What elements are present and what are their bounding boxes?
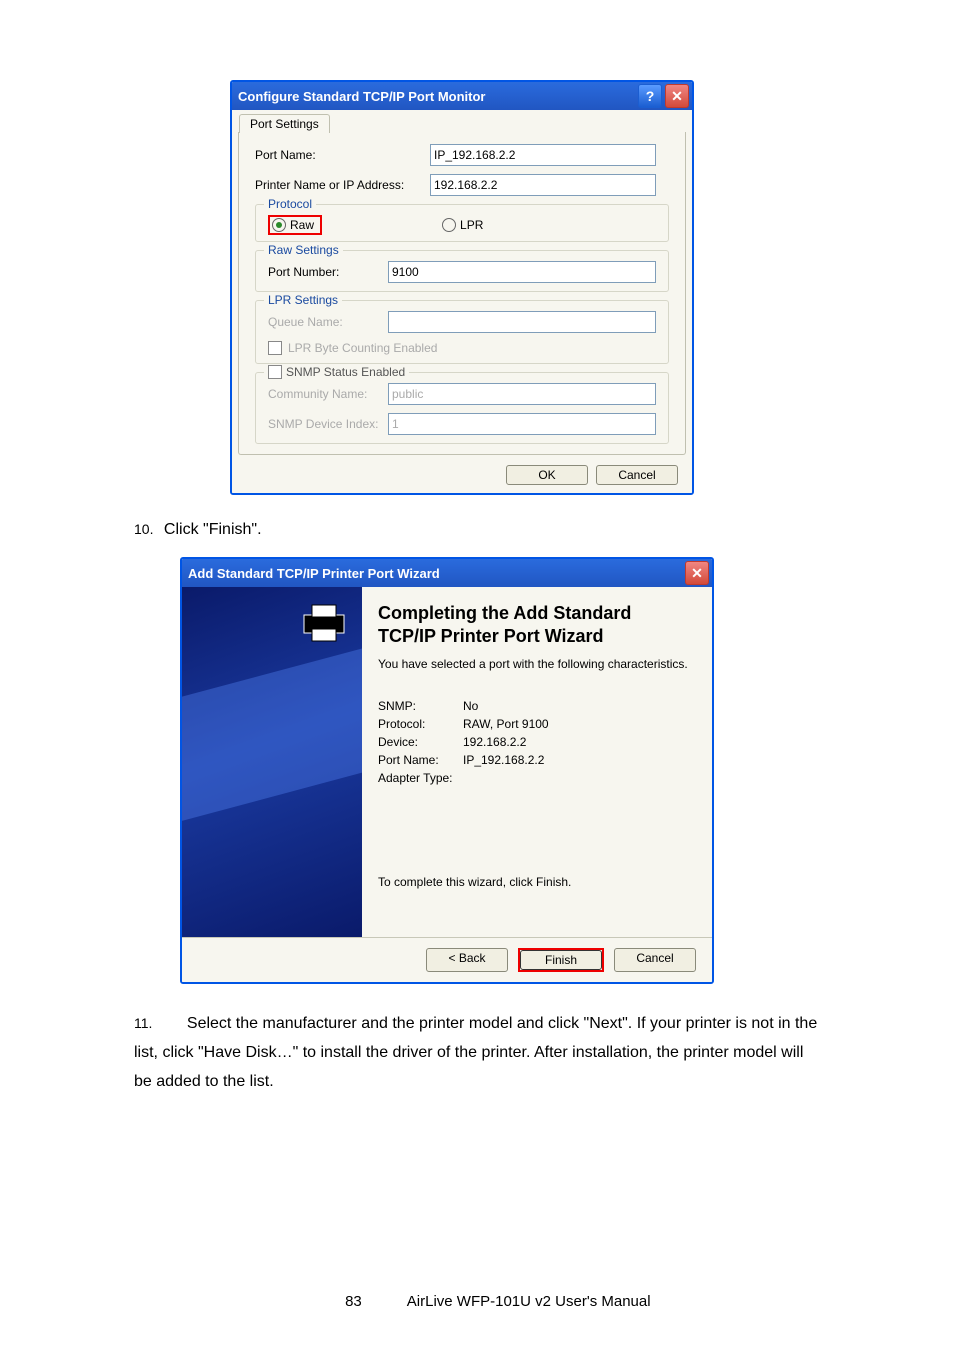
- printer-address-input[interactable]: [430, 174, 656, 196]
- finish-highlight: Finish: [518, 948, 604, 972]
- info-snmp-label: SNMP:: [378, 699, 463, 713]
- ok-button[interactable]: OK: [506, 465, 588, 485]
- community-label: Community Name:: [268, 387, 388, 401]
- raw-settings-legend: Raw Settings: [264, 243, 343, 257]
- wizard-heading-2: TCP/IP Printer Port Wizard: [378, 626, 696, 647]
- lpr-settings-group: LPR Settings Queue Name: LPR Byte Counti…: [255, 300, 669, 364]
- protocol-group: Protocol Raw LPR: [255, 204, 669, 242]
- wizard-heading-1: Completing the Add Standard: [378, 603, 696, 624]
- wizard-dialog: Add Standard TCP/IP Printer Port Wizard …: [180, 557, 714, 984]
- titlebar: Configure Standard TCP/IP Port Monitor ?…: [232, 82, 692, 110]
- snmp-checkbox[interactable]: [268, 365, 282, 379]
- finish-button[interactable]: Finish: [520, 950, 602, 970]
- back-button[interactable]: < Back: [426, 948, 508, 972]
- info-portname-value: IP_192.168.2.2: [463, 753, 544, 767]
- port-number-label: Port Number:: [268, 265, 388, 279]
- step-10: 10. Click "Finish".: [134, 521, 824, 539]
- wizard-title: Add Standard TCP/IP Printer Port Wizard: [188, 566, 685, 581]
- tab-port-settings[interactable]: Port Settings: [239, 114, 330, 133]
- configure-port-dialog: Configure Standard TCP/IP Port Monitor ?…: [230, 80, 694, 495]
- info-portname-label: Port Name:: [378, 753, 463, 767]
- info-device-label: Device:: [378, 735, 463, 749]
- wizard-subtext: You have selected a port with the follow…: [378, 657, 696, 671]
- lpr-byte-label: LPR Byte Counting Enabled: [288, 341, 437, 355]
- community-input: [388, 383, 656, 405]
- snmp-index-input: [388, 413, 656, 435]
- info-snmp-value: No: [463, 699, 478, 713]
- info-device-value: 192.168.2.2: [463, 735, 526, 749]
- manual-title: AirLive WFP-101U v2 User's Manual: [407, 1293, 651, 1310]
- wizard-titlebar: Add Standard TCP/IP Printer Port Wizard …: [182, 559, 712, 587]
- printer-address-label: Printer Name or IP Address:: [255, 178, 430, 192]
- info-protocol-value: RAW, Port 9100: [463, 717, 549, 731]
- printer-icon: [300, 601, 348, 643]
- close-button[interactable]: ✕: [665, 84, 689, 108]
- wizard-sidebar-graphic: [182, 587, 362, 937]
- snmp-index-label: SNMP Device Index:: [268, 417, 388, 431]
- wizard-complete-text: To complete this wizard, click Finish.: [378, 875, 696, 889]
- lpr-byte-checkbox: [268, 341, 282, 355]
- protocol-legend: Protocol: [264, 197, 316, 211]
- queue-name-label: Queue Name:: [268, 315, 388, 329]
- lpr-settings-legend: LPR Settings: [264, 293, 342, 307]
- raw-radio[interactable]: [272, 218, 286, 232]
- raw-radio-highlight: Raw: [268, 215, 322, 235]
- dialog-title: Configure Standard TCP/IP Port Monitor: [238, 89, 638, 104]
- port-name-label: Port Name:: [255, 148, 430, 162]
- wizard-close-button[interactable]: ✕: [685, 561, 709, 585]
- queue-name-input: [388, 311, 656, 333]
- snmp-group: SNMP Status Enabled Community Name: SNMP…: [255, 372, 669, 444]
- help-button[interactable]: ?: [638, 84, 662, 108]
- step-11: 11. Select the manufacturer and the prin…: [134, 1010, 824, 1096]
- page-footer: 83 AirLive WFP-101U v2 User's Manual: [0, 1293, 954, 1310]
- port-name-input[interactable]: [430, 144, 656, 166]
- raw-settings-group: Raw Settings Port Number:: [255, 250, 669, 292]
- cancel-button[interactable]: Cancel: [596, 465, 678, 485]
- info-protocol-label: Protocol:: [378, 717, 463, 731]
- port-number-input[interactable]: [388, 261, 656, 283]
- wizard-cancel-button[interactable]: Cancel: [614, 948, 696, 972]
- snmp-legend: SNMP Status Enabled: [264, 365, 409, 379]
- page-number: 83: [303, 1293, 403, 1310]
- lpr-label: LPR: [460, 218, 483, 232]
- info-adapter-label: Adapter Type:: [378, 771, 463, 785]
- raw-label: Raw: [290, 218, 314, 232]
- lpr-radio[interactable]: [442, 218, 456, 232]
